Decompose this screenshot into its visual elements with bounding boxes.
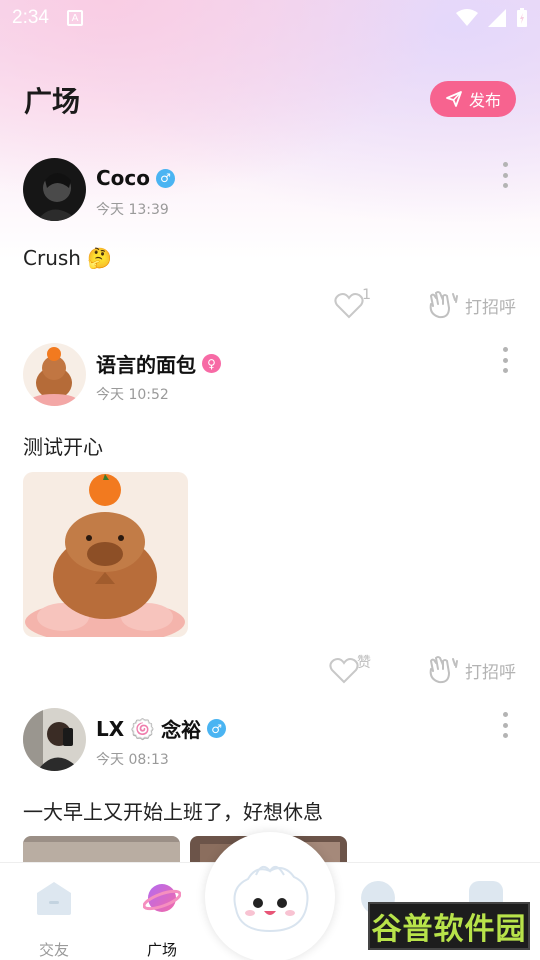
more-options-icon[interactable] bbox=[498, 162, 512, 188]
greet-button[interactable]: 打招呼 bbox=[425, 290, 516, 320]
site-watermark: 谷普软件园 bbox=[368, 902, 530, 950]
header-background bbox=[0, 0, 540, 260]
post-username[interactable]: LX 🍥 念裕 ♂ bbox=[96, 714, 227, 743]
thinking-emoji: 🤔 bbox=[87, 246, 113, 270]
post-username[interactable]: Coco ♂ bbox=[96, 166, 176, 190]
greet-label: 打招呼 bbox=[465, 297, 516, 318]
home-tile-icon bbox=[37, 882, 71, 915]
more-options-icon[interactable] bbox=[498, 347, 512, 373]
greet-button[interactable]: 打招呼 bbox=[425, 655, 516, 685]
like-count: 1 bbox=[362, 287, 371, 303]
more-options-icon[interactable] bbox=[498, 712, 512, 738]
post-text: 一大早上又开始上班了，好想休息 bbox=[23, 800, 323, 824]
tab-label: 广场 bbox=[146, 941, 177, 959]
publish-label: 发布 bbox=[468, 91, 501, 110]
post-actions: 赞 打招呼 bbox=[329, 655, 516, 685]
post-actions: 1 打招呼 bbox=[334, 287, 516, 320]
female-icon: ♀ bbox=[202, 354, 221, 373]
status-time: 2:34 bbox=[12, 7, 49, 28]
lollipop-emoji: 🍥 bbox=[130, 716, 156, 741]
wave-hand-icon bbox=[429, 291, 458, 319]
post-time: 今天 10:52 bbox=[96, 387, 169, 403]
post-image[interactable] bbox=[23, 472, 188, 637]
tab-square[interactable]: 广场 bbox=[122, 879, 202, 960]
publish-button[interactable]: 发布 bbox=[430, 81, 516, 117]
page-header: 广场 发布 bbox=[0, 80, 540, 120]
avatar[interactable] bbox=[23, 343, 86, 406]
post-time: 今天 08:13 bbox=[96, 752, 169, 768]
post-text: 测试开心 bbox=[23, 435, 103, 459]
wave-hand-icon bbox=[429, 656, 458, 684]
avatar[interactable] bbox=[23, 708, 86, 771]
avatar[interactable] bbox=[23, 158, 86, 221]
post-username[interactable]: 语言的面包 ♀ bbox=[96, 349, 221, 378]
status-bar: 2:34 A bbox=[0, 0, 540, 36]
like-button[interactable]: 1 bbox=[334, 287, 371, 319]
notification-icon: A bbox=[66, 10, 83, 26]
like-button[interactable]: 赞 bbox=[329, 655, 371, 684]
send-icon bbox=[446, 91, 462, 107]
post-time: 今天 13:39 bbox=[96, 202, 169, 218]
male-icon: ♂ bbox=[156, 168, 176, 188]
mascot-center-button[interactable] bbox=[205, 832, 335, 960]
dumpling-mascot-icon bbox=[233, 865, 309, 933]
wifi-icon bbox=[456, 9, 478, 26]
like-label: 赞 bbox=[357, 655, 371, 671]
planet-icon bbox=[142, 884, 182, 912]
post-text: Crush 🤔 bbox=[23, 246, 113, 270]
tab-friends[interactable]: 交友 bbox=[14, 879, 94, 960]
battery-icon bbox=[517, 8, 527, 27]
greet-label: 打招呼 bbox=[465, 662, 516, 683]
signal-icon bbox=[488, 9, 506, 27]
male-icon: ♂ bbox=[207, 719, 227, 738]
heart-icon bbox=[334, 293, 364, 319]
tab-label: 交友 bbox=[38, 941, 69, 959]
page-title: 广场 bbox=[24, 85, 81, 118]
heart-icon bbox=[329, 658, 359, 684]
